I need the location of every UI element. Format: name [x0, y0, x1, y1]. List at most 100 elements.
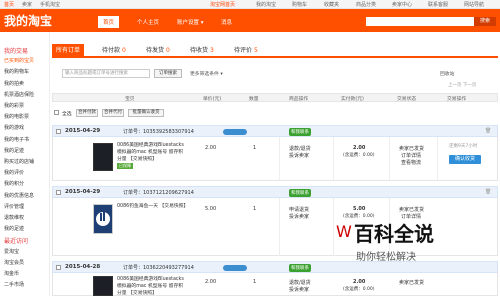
topbar-link-taobao-home[interactable]: 淘宝网首页: [210, 1, 235, 8]
confirm-receipt-button[interactable]: 确认收货: [449, 155, 481, 164]
sidebar-item[interactable]: 我的拍卖: [4, 80, 24, 87]
divider: [333, 198, 334, 256]
pager[interactable]: 上一页 下一页: [448, 82, 476, 88]
nav-account-settings-label: 账户设置: [177, 20, 200, 26]
order-column-headers: 宝贝 单价(元) 数量 商品操作 实付款(元) 交易状态 交易操作: [52, 93, 498, 102]
contact-seller-button[interactable]: 和我联系: [289, 189, 311, 197]
sidebar-item[interactable]: 我的积分: [4, 180, 24, 187]
trash-icon[interactable]: 🗑: [485, 189, 491, 195]
contact-seller-button[interactable]: 和我联系: [289, 128, 311, 136]
contact-seller-button[interactable]: 和我联系: [289, 264, 311, 272]
sidebar-item[interactable]: 购买过的店铺: [4, 158, 34, 165]
merge-delivery-button[interactable]: 合并代付: [102, 109, 124, 117]
shipping-fee: (含运费：0.00): [343, 153, 375, 158]
complain-link[interactable]: 投诉卖家: [289, 213, 309, 220]
complain-link[interactable]: 投诉卖家: [289, 286, 309, 293]
sidebar-item[interactable]: 退款维权: [4, 214, 24, 221]
sidebar-item[interactable]: 二手市场: [4, 281, 24, 288]
topbar-link-home[interactable]: 首页: [4, 1, 14, 8]
merge-pay-button[interactable]: 合并付款: [76, 109, 98, 117]
sidebar-item[interactable]: 我的游戏: [4, 124, 24, 131]
order-detail-link[interactable]: 订单详情: [401, 152, 421, 159]
view-logistics-link[interactable]: 查看物流: [401, 159, 421, 166]
sidebar-item[interactable]: 我的电子书: [4, 136, 29, 143]
order-checkbox[interactable]: [56, 265, 61, 270]
watermark-title: 百科全说: [354, 222, 434, 246]
refund-link[interactable]: 退款/退货: [289, 145, 311, 152]
topbar-link-seller-center[interactable]: 卖家中心: [392, 1, 412, 8]
order-number: 订单号：1037121209627914: [123, 190, 194, 196]
divider: [389, 137, 390, 181]
topbar-link-cart[interactable]: 购物车: [292, 1, 307, 8]
tab-pending-shipment[interactable]: 待发货 0: [142, 44, 174, 58]
batch-confirm-button[interactable]: 批量确认收货: [128, 109, 164, 117]
topbar-link-favorites[interactable]: 收藏夹: [324, 1, 339, 8]
sidebar-item[interactable]: 机票酒店保险: [4, 91, 34, 98]
recycle-bin-link[interactable]: 回收站: [440, 70, 454, 77]
col-item-ops: 商品操作: [289, 97, 309, 102]
divider: [333, 137, 334, 181]
sidebar-item[interactable]: 淘宝会员: [4, 259, 24, 266]
refund-link[interactable]: 退款/退货: [289, 279, 311, 286]
order-date: 2015-04-29: [65, 128, 101, 134]
topbar-link-service[interactable]: 联系客服: [428, 1, 448, 8]
sidebar-item[interactable]: 爱淘宝: [4, 248, 19, 255]
complain-link[interactable]: 投诉卖家: [289, 152, 309, 159]
order-body: 0086美国经典游戏Bluestacks模拟器的mac 机型账号 留存积分量 【…: [52, 273, 498, 296]
hand-icon: [94, 205, 112, 233]
sidebar-item[interactable]: 淘金币: [4, 270, 19, 277]
tab-pending-payment[interactable]: 待付款 0: [98, 44, 130, 58]
order-checkbox[interactable]: [56, 190, 61, 195]
tab-count: 3: [209, 47, 214, 54]
order-search-input[interactable]: 输入商品标题或订单号进行搜索: [62, 69, 150, 78]
divider: [437, 137, 438, 181]
tab-pending-review[interactable]: 待评价 5: [230, 44, 262, 58]
sidebar-item[interactable]: 我的评价: [4, 169, 24, 176]
sidebar-item[interactable]: 我的彩票: [4, 102, 24, 109]
header-search-button[interactable]: 搜索: [474, 17, 496, 26]
order-date: 2015-04-29: [65, 189, 101, 195]
divider: [279, 137, 280, 181]
order-search-button[interactable]: 订单搜索: [154, 69, 182, 78]
product-title-link[interactable]: 0086美国经典游戏Bluestacks模拟器的mac 机型账号 留存积分量 【…: [117, 142, 187, 163]
product-thumbnail[interactable]: [93, 204, 113, 234]
product-thumbnail[interactable]: [93, 143, 113, 171]
topbar-link-my-taobao[interactable]: 我的淘宝: [256, 1, 276, 8]
sidebar-item[interactable]: 我的足迹: [4, 147, 24, 154]
sidebar-item[interactable]: 我的足迹: [4, 225, 24, 232]
topbar-link-mobile[interactable]: 手机淘宝: [40, 1, 60, 8]
product-title-link[interactable]: 0086美国经典游戏Bluestacks模拟器的mac 机型账号 留存积分量 【…: [117, 276, 187, 296]
nav-home[interactable]: 首页: [98, 16, 120, 28]
sidebar-section-heading: 我的交易: [4, 48, 29, 55]
sidebar-item[interactable]: 已买到的宝贝: [4, 57, 34, 64]
tab-label: 待付款: [102, 47, 121, 54]
tab-label: 待发货: [146, 47, 165, 54]
sidebar: 我的交易已买到的宝贝 我的购物车我的拍卖机票酒店保险 我的彩票我的电影票我的游戏我的…: [0, 32, 50, 296]
nav-profile[interactable]: 个人主页: [132, 16, 164, 28]
product-title-link[interactable]: 0086钓鱼海鱼一天 【交易快照】: [117, 203, 188, 210]
tab-label: 待评价: [234, 47, 253, 54]
order-checkbox[interactable]: [56, 129, 61, 134]
tab-all-orders[interactable]: 所有订单: [52, 44, 85, 58]
sidebar-item[interactable]: 评价管理: [4, 203, 24, 210]
more-filters-link[interactable]: 更多筛选条件 ▾: [190, 70, 223, 77]
order-status: 卖家已发货: [399, 146, 425, 152]
header-search-input[interactable]: [366, 17, 474, 26]
my-taobao-logo[interactable]: 我的淘宝: [4, 12, 52, 29]
select-all-label: 全选: [62, 112, 72, 117]
request-return-link[interactable]: 申请退货: [289, 206, 309, 213]
tab-pending-receipt[interactable]: 待收货 3: [186, 44, 218, 58]
sidebar-item[interactable]: 我的优惠信息: [4, 192, 34, 199]
tab-count: 0: [121, 47, 126, 54]
topbar-link-seller[interactable]: 卖家: [22, 1, 32, 8]
sidebar-item[interactable]: 我的购物车: [4, 68, 29, 75]
nav-messages[interactable]: 消息: [216, 16, 237, 28]
chevron-down-icon: ▾: [220, 72, 223, 77]
select-all-checkbox[interactable]: [54, 110, 59, 115]
topbar-link-categories[interactable]: 商品分类: [356, 1, 376, 8]
topbar-link-sitemap[interactable]: 网站导航: [464, 1, 484, 8]
trash-icon[interactable]: 🗑: [485, 128, 491, 134]
product-thumbnail[interactable]: [93, 276, 113, 296]
sidebar-item[interactable]: 我的电影票: [4, 113, 29, 120]
nav-account-settings[interactable]: 账户设置 ▾: [172, 16, 209, 28]
